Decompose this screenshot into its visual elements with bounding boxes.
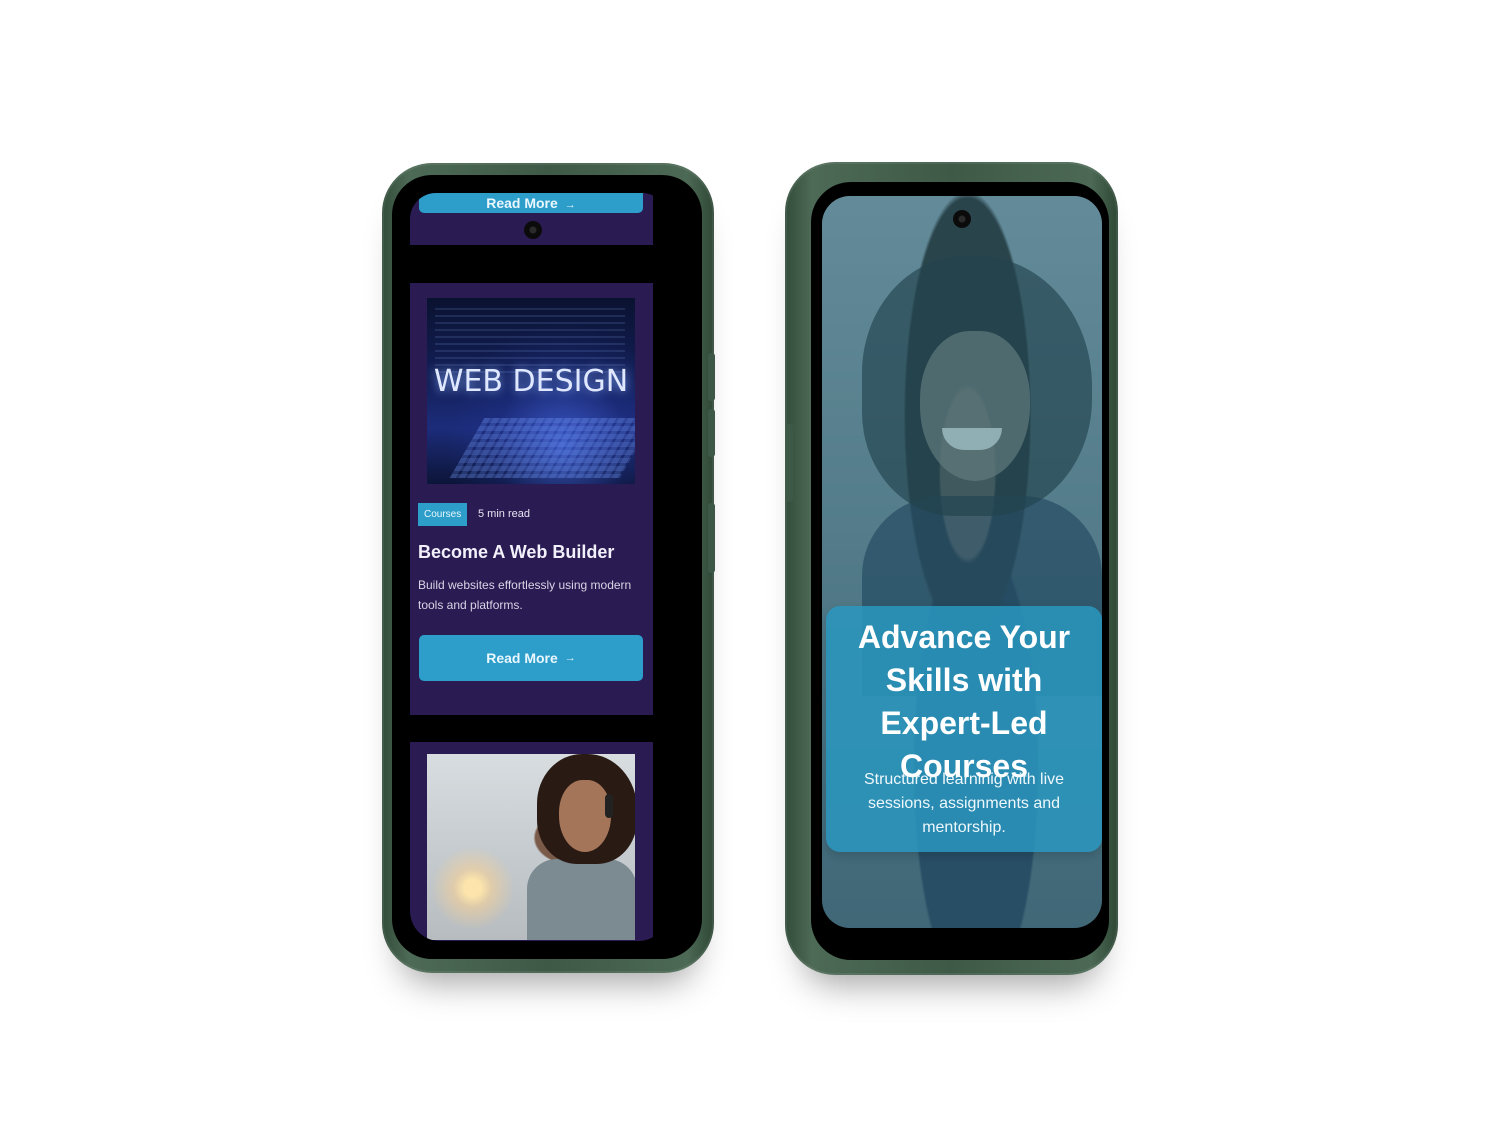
read-more-label: Read More <box>486 650 558 666</box>
volume-down-button <box>708 409 715 457</box>
card-title[interactable]: Become A Web Builder <box>418 542 614 563</box>
arrow-right-icon: → <box>564 652 576 664</box>
web-design-image: WEB DESIGN <box>427 298 635 484</box>
right-phone: Advance Your Skills with Expert-Led Cour… <box>785 162 1118 975</box>
agent-jacket-graphic <box>527 859 635 940</box>
mockup-stage: Read More → WEB DESIGN Courses 5 min rea… <box>0 0 1500 1125</box>
hero-text-panel: Advance Your Skills with Expert-Led Cour… <box>826 606 1102 852</box>
card-description: Build websites effortlessly using modern… <box>418 578 632 612</box>
left-phone-screen[interactable]: Read More → WEB DESIGN Courses 5 min rea… <box>410 193 668 941</box>
power-button <box>786 424 793 502</box>
left-phone: Read More → WEB DESIGN Courses 5 min rea… <box>382 163 715 973</box>
course-card-web-builder: WEB DESIGN Courses 5 min read Become A W… <box>410 283 653 715</box>
category-tag[interactable]: Courses <box>418 503 468 526</box>
keyboard-graphic <box>449 418 635 478</box>
course-card-next <box>410 742 653 941</box>
power-button <box>708 503 715 573</box>
headset-icon <box>605 794 613 818</box>
right-phone-bezel: Advance Your Skills with Expert-Led Cour… <box>811 182 1109 960</box>
volume-up-button <box>708 353 715 401</box>
arrow-right-icon: → <box>564 199 576 211</box>
right-phone-screen[interactable]: Advance Your Skills with Expert-Led Cour… <box>822 196 1102 928</box>
support-agent-image <box>427 754 635 940</box>
web-design-image-text: WEB DESIGN <box>433 364 629 399</box>
read-more-button[interactable]: Read More → <box>419 635 643 681</box>
left-phone-bezel: Read More → WEB DESIGN Courses 5 min rea… <box>392 175 702 959</box>
hero-title: Advance Your Skills with Expert-Led Cour… <box>857 619 1071 784</box>
front-camera-icon <box>524 221 542 239</box>
read-time: 5 min read <box>478 508 530 520</box>
front-camera-icon <box>953 210 971 228</box>
read-more-button-previous[interactable]: Read More → <box>419 193 643 213</box>
hero-subtitle: Structured learninig with live sessions,… <box>863 771 1065 836</box>
read-more-label: Read More <box>486 195 558 211</box>
agent-face-graphic <box>559 780 611 852</box>
